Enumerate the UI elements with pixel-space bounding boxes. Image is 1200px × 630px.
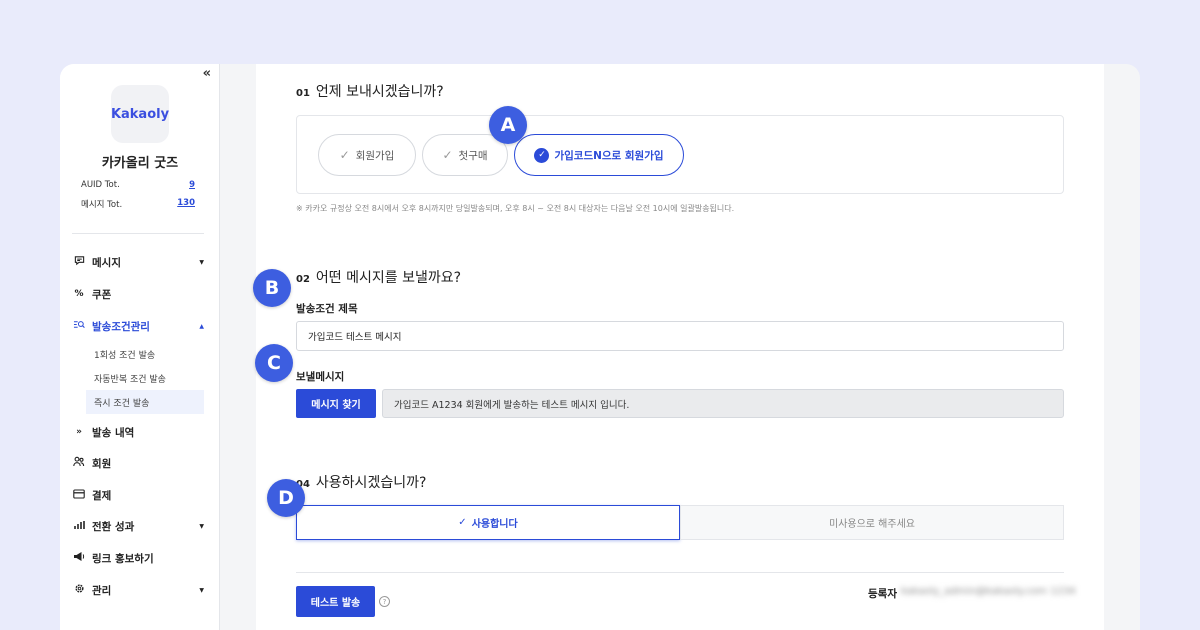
footer-divider bbox=[296, 572, 1064, 573]
stat-auid: AUID Tot. 9 bbox=[81, 180, 195, 190]
test-send-button[interactable]: 테스트 발송 bbox=[296, 586, 375, 617]
use-toggle-off[interactable]: 미사용으로 해주세요 bbox=[680, 505, 1064, 540]
percent-icon: % bbox=[74, 289, 84, 299]
caret-down-icon: ▼ bbox=[199, 586, 204, 594]
sidebar-item-label: 메시지 bbox=[92, 256, 121, 269]
help-icon[interactable]: ? bbox=[379, 596, 390, 607]
stat-value-link[interactable]: 130 bbox=[177, 198, 195, 210]
users-icon bbox=[72, 456, 86, 470]
megaphone-icon bbox=[72, 551, 86, 565]
submenu-one-time[interactable]: 1회성 조건 발송 bbox=[86, 342, 204, 366]
check-icon: ✓ bbox=[458, 517, 467, 528]
sidebar-divider bbox=[72, 233, 204, 234]
find-message-button[interactable]: 메시지 찾기 bbox=[296, 389, 376, 418]
check-circle-icon: ✓ bbox=[534, 147, 550, 163]
message-label: 보낼메시지 bbox=[296, 371, 345, 383]
option-label: 회원가입 bbox=[355, 149, 395, 162]
sidebar-item-label: 발송조건관리 bbox=[92, 320, 150, 333]
stat-label: 메시지 Tot. bbox=[81, 200, 123, 210]
app-window: « Kakaoly 카카올리 굿즈 AUID Tot. 9 메시지 Tot. 1… bbox=[60, 64, 1140, 630]
option-first-purchase[interactable]: ✓ 첫구매 bbox=[422, 134, 508, 176]
submenu-immediate[interactable]: 즉시 조건 발송 bbox=[86, 390, 204, 414]
stat-messages: 메시지 Tot. 130 bbox=[81, 198, 195, 210]
section-message-title: 02 어떤 메시지를 보낼까요? bbox=[296, 267, 461, 287]
collapse-sidebar-icon[interactable]: « bbox=[203, 66, 211, 81]
check-icon: ✓ bbox=[442, 148, 453, 162]
caret-up-icon: ▲ bbox=[199, 322, 204, 330]
sidebar-item-message[interactable]: 메시지 ▼ bbox=[72, 251, 204, 273]
submenu-auto-repeat[interactable]: 자동반복 조건 발송 bbox=[86, 366, 204, 390]
option-signup-with-code[interactable]: ✓ 가입코드N으로 회원가입 bbox=[514, 134, 684, 176]
section-title-text: 언제 보내시겠습니까? bbox=[315, 84, 444, 100]
trigger-options-box: ✓ 회원가입 ✓ 첫구매 ✓ 가입코드N으로 회원가입 bbox=[296, 115, 1064, 194]
sidebar-item-label: 결제 bbox=[92, 489, 112, 502]
registrant-label: 등록자 bbox=[868, 588, 897, 600]
stat-label: AUID Tot. bbox=[81, 180, 120, 190]
option-label: 가입코드N으로 회원가입 bbox=[554, 149, 664, 162]
section-use-title: 04 사용하시겠습니까? bbox=[296, 472, 426, 492]
gear-icon bbox=[72, 583, 86, 597]
sidebar-item-settings[interactable]: 관리 ▼ bbox=[72, 579, 204, 601]
message-display: 가입코드 A1234 회원에게 발송하는 테스트 메시지 입니다. bbox=[382, 389, 1064, 418]
section-title-text: 사용하시겠습니까? bbox=[315, 475, 427, 491]
sidebar-item-payment[interactable]: 결제 bbox=[72, 484, 204, 506]
annotation-badge-d: D bbox=[267, 479, 305, 517]
sidebar: « Kakaoly 카카올리 굿즈 AUID Tot. 9 메시지 Tot. 1… bbox=[60, 64, 220, 630]
sidebar-item-history[interactable]: » 발송 내역 bbox=[72, 421, 204, 443]
sidebar-item-label: 쿠폰 bbox=[92, 288, 112, 301]
sidebar-item-conversion[interactable]: 전환 성과 ▼ bbox=[72, 515, 204, 537]
option-label: 첫구매 bbox=[458, 149, 488, 162]
chat-icon bbox=[72, 255, 86, 269]
send-time-note: ※ 카카오 규정상 오전 8시에서 오후 8시까지만 당일발송되며, 오후 8시… bbox=[296, 204, 735, 213]
sidebar-item-label: 전환 성과 bbox=[92, 520, 135, 533]
sidebar-item-coupon[interactable]: % 쿠폰 bbox=[72, 283, 204, 305]
stat-value-link[interactable]: 9 bbox=[189, 180, 195, 190]
sidebar-item-label: 회원 bbox=[92, 457, 112, 470]
section-title-text: 어떤 메시지를 보낼까요? bbox=[315, 270, 462, 286]
annotation-badge-a: A bbox=[489, 106, 527, 144]
section-number: 02 bbox=[296, 274, 310, 285]
option-signup[interactable]: ✓ 회원가입 bbox=[318, 134, 416, 176]
annotation-badge-b: B bbox=[253, 269, 291, 307]
shop-name: 카카올리 굿즈 bbox=[101, 156, 179, 171]
check-icon: ✓ bbox=[339, 148, 350, 162]
registrant-value: kakaoly_admin@kakaoly.com 1234 bbox=[901, 586, 1076, 597]
condition-title-input[interactable]: 가입코드 테스트 메시지 bbox=[296, 321, 1064, 351]
search-list-icon bbox=[72, 319, 86, 333]
caret-down-icon: ▼ bbox=[199, 258, 204, 266]
caret-down-icon: ▼ bbox=[199, 522, 204, 530]
use-toggle-on[interactable]: ✓ 사용합니다 bbox=[296, 505, 680, 540]
sidebar-item-label: 발송 내역 bbox=[92, 426, 135, 439]
sidebar-item-label: 관리 bbox=[92, 584, 112, 597]
condition-title-label: 발송조건 제목 bbox=[296, 303, 358, 315]
send-arrows-icon: » bbox=[76, 427, 82, 437]
card-icon bbox=[72, 488, 86, 502]
section-number: 01 bbox=[296, 88, 310, 99]
shop-logo: Kakaoly bbox=[111, 85, 169, 143]
toggle-label: 사용합니다 bbox=[471, 519, 518, 530]
bar-chart-icon bbox=[72, 520, 86, 533]
sidebar-item-link-promo[interactable]: 링크 홍보하기 bbox=[72, 547, 204, 569]
sidebar-item-label: 링크 홍보하기 bbox=[92, 552, 154, 565]
annotation-badge-c: C bbox=[255, 344, 293, 382]
sidebar-item-send-conditions[interactable]: 발송조건관리 ▲ bbox=[72, 315, 204, 337]
section-when-title: 01 언제 보내시겠습니까? bbox=[296, 81, 444, 101]
sidebar-item-members[interactable]: 회원 bbox=[72, 452, 204, 474]
main-content: 01 언제 보내시겠습니까? ✓ 회원가입 ✓ 첫구매 ✓ 가입코드N으로 회원가입 ※… bbox=[256, 64, 1104, 630]
